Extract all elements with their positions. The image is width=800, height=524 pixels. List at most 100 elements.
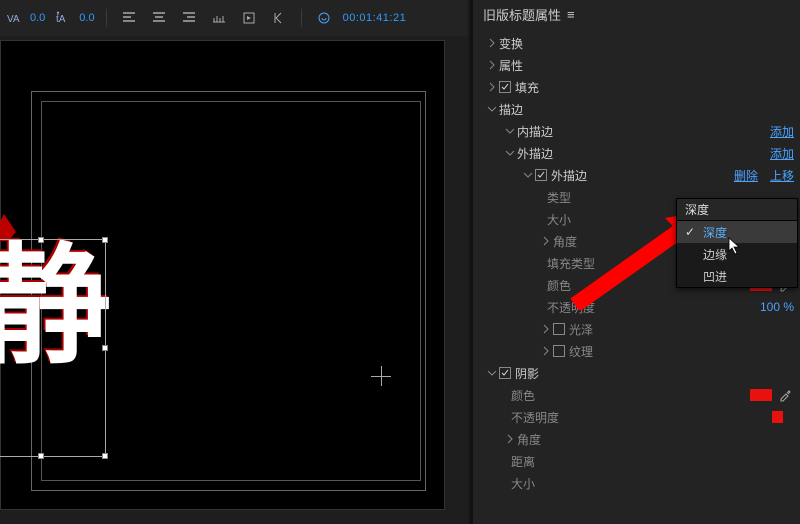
label-transform: 变换: [499, 35, 523, 52]
panel-menu-icon[interactable]: ≡: [567, 7, 575, 22]
chevron-down-icon[interactable]: [485, 366, 499, 380]
moveup-stroke-link[interactable]: 上移: [770, 167, 794, 184]
chevron-right-icon[interactable]: [539, 234, 553, 248]
baseline-shift-icon[interactable]: tA: [53, 7, 75, 29]
chevron-down-icon[interactable]: [485, 102, 499, 116]
timecode[interactable]: 00:01:41:21: [343, 12, 407, 24]
label-sheen: 光泽: [569, 321, 593, 338]
divider: [301, 9, 302, 27]
label-color: 颜色: [547, 277, 571, 294]
checkbox-texture[interactable]: [553, 345, 565, 357]
shadow-opacity-swatch[interactable]: [772, 411, 794, 423]
resize-handle[interactable]: [102, 237, 108, 243]
title-canvas[interactable]: 静: [0, 40, 445, 510]
label-size: 大小: [547, 211, 571, 228]
label-angle: 角度: [553, 233, 577, 250]
shadow-color-swatch[interactable]: [750, 389, 772, 401]
add-outer-stroke-link[interactable]: 添加: [770, 145, 794, 162]
row-shadow-opacity[interactable]: 不透明度: [473, 406, 800, 428]
row-stroke[interactable]: 描边: [473, 98, 800, 120]
svg-text:tA: tA: [56, 14, 66, 25]
label-fill-type: 填充类型: [547, 255, 595, 272]
selection-bounds[interactable]: [0, 239, 106, 457]
chevron-down-icon[interactable]: [503, 146, 517, 160]
label-distance: 距离: [511, 453, 535, 470]
svg-text:VA: VA: [7, 14, 20, 25]
row-texture[interactable]: 纹理: [473, 340, 800, 362]
label-texture: 纹理: [569, 343, 593, 360]
sync-icon[interactable]: [313, 7, 335, 29]
label-stroke: 描边: [499, 101, 523, 118]
tab-stops-icon[interactable]: [208, 7, 230, 29]
dropdown-current[interactable]: 深度: [677, 199, 797, 221]
label-shadow: 阴影: [515, 365, 539, 382]
row-shadow[interactable]: 阴影: [473, 362, 800, 384]
row-properties[interactable]: 属性: [473, 54, 800, 76]
label-inner-stroke: 内描边: [517, 123, 553, 140]
opacity-value[interactable]: 100 %: [760, 300, 794, 314]
kerning-value[interactable]: 0.0: [30, 12, 45, 24]
align-left-icon[interactable]: [118, 7, 140, 29]
kerning-icon[interactable]: VA: [4, 7, 26, 29]
prev-frame-icon[interactable]: [268, 7, 290, 29]
anchor-crosshair: [381, 366, 382, 386]
checkbox-fill[interactable]: [499, 81, 511, 93]
row-distance[interactable]: 距离: [473, 450, 800, 472]
chevron-right-icon[interactable]: [503, 432, 517, 446]
baseline-value[interactable]: 0.0: [79, 12, 94, 24]
label-shadow-opacity: 不透明度: [511, 409, 559, 426]
panel-header: 旧版标题属性 ≡: [473, 0, 800, 28]
chevron-right-icon[interactable]: [539, 322, 553, 336]
check-icon: ✓: [685, 225, 697, 239]
dropdown-option[interactable]: 边缘: [677, 243, 797, 265]
checkbox-sheen[interactable]: [553, 323, 565, 335]
label-shadow-angle: 角度: [517, 431, 541, 448]
label-opacity: 不透明度: [547, 299, 595, 316]
label-properties: 属性: [499, 57, 523, 74]
row-outer-stroke[interactable]: 外描边 添加: [473, 142, 800, 164]
add-inner-stroke-link[interactable]: 添加: [770, 123, 794, 140]
panel-title: 旧版标题属性: [483, 5, 561, 24]
align-right-icon[interactable]: [178, 7, 200, 29]
chevron-right-icon[interactable]: [485, 58, 499, 72]
option-label: 边缘: [703, 246, 727, 263]
show-video-icon[interactable]: [238, 7, 260, 29]
label-shadow-color: 颜色: [511, 387, 535, 404]
resize-handle[interactable]: [102, 453, 108, 459]
resize-handle[interactable]: [102, 345, 108, 351]
chevron-down-icon[interactable]: [503, 124, 517, 138]
divider: [106, 9, 107, 27]
label-outer-stroke-item: 外描边: [551, 167, 587, 184]
row-sheen[interactable]: 光泽: [473, 318, 800, 340]
row-opacity[interactable]: 不透明度 100 %: [473, 296, 800, 318]
row-shadow-angle[interactable]: 角度: [473, 428, 800, 450]
chevron-down-icon[interactable]: [521, 168, 535, 182]
row-fill[interactable]: 填充: [473, 76, 800, 98]
label-fill: 填充: [515, 79, 539, 96]
resize-handle[interactable]: [38, 453, 44, 459]
row-shadow-color[interactable]: 颜色: [473, 384, 800, 406]
option-label: 深度: [703, 224, 727, 241]
chevron-right-icon[interactable]: [485, 80, 499, 94]
monitor-pane: VA 0.0 tA 0.0 00:01:41:21 静: [0, 0, 468, 524]
title-toolbar: VA 0.0 tA 0.0 00:01:41:21: [0, 0, 468, 36]
row-transform[interactable]: 变换: [473, 32, 800, 54]
row-inner-stroke[interactable]: 内描边 添加: [473, 120, 800, 142]
resize-handle[interactable]: [38, 237, 44, 243]
dropdown-option[interactable]: ✓ 深度: [677, 221, 797, 243]
checkbox-outer-stroke[interactable]: [535, 169, 547, 181]
type-dropdown[interactable]: 深度 ✓ 深度 边缘 凹进: [676, 198, 798, 288]
chevron-right-icon[interactable]: [539, 344, 553, 358]
eyedropper-icon[interactable]: [778, 387, 794, 403]
label-type: 类型: [547, 189, 571, 206]
label-outer-stroke: 外描边: [517, 145, 553, 162]
dropdown-option[interactable]: 凹进: [677, 265, 797, 287]
option-label: 凹进: [703, 268, 727, 285]
row-shadow-size[interactable]: 大小: [473, 472, 800, 494]
chevron-right-icon[interactable]: [485, 36, 499, 50]
label-shadow-size: 大小: [511, 475, 535, 492]
row-outer-stroke-item[interactable]: 外描边 删除 上移: [473, 164, 800, 186]
delete-stroke-link[interactable]: 删除: [734, 167, 758, 184]
checkbox-shadow[interactable]: [499, 367, 511, 379]
align-center-icon[interactable]: [148, 7, 170, 29]
